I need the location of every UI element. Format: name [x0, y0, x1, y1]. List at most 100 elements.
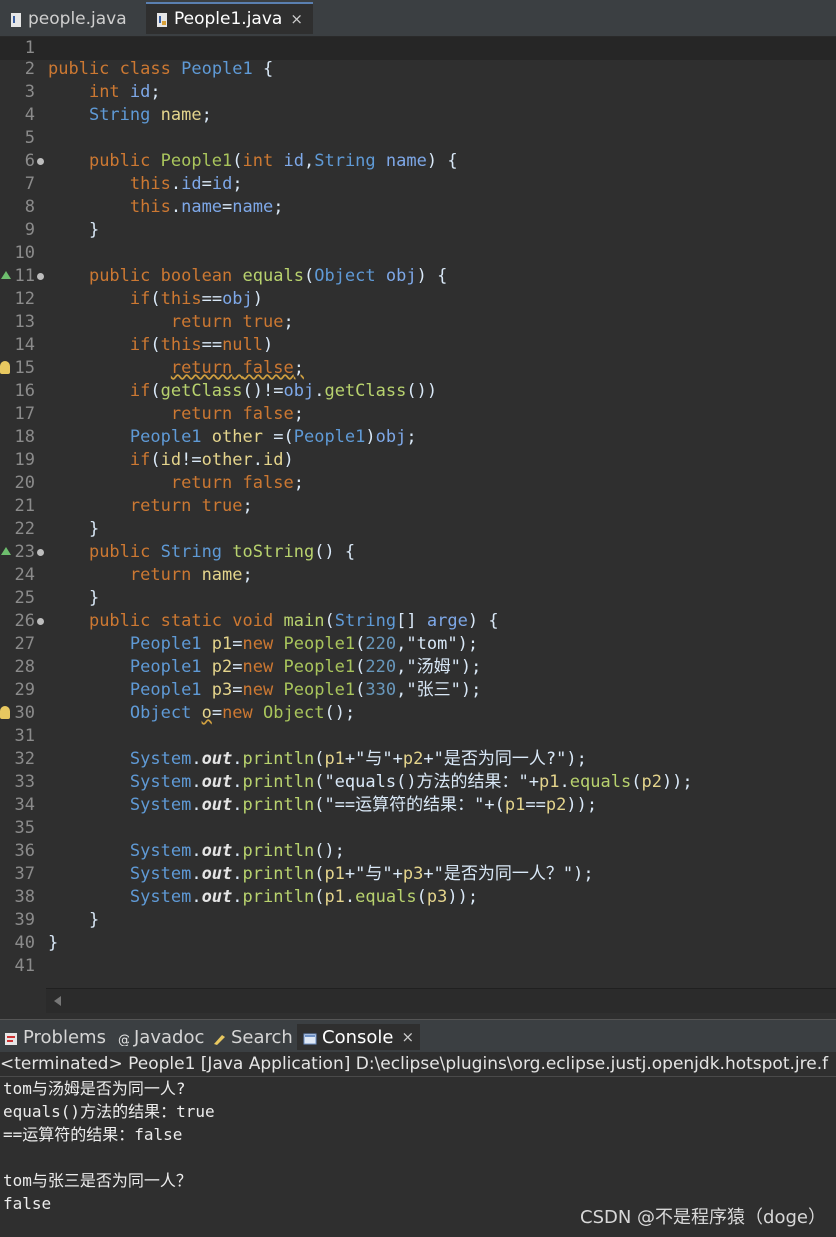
code-line: 32 System.out.println(p1+"与"+p2+"是否为同一人?… — [0, 748, 836, 771]
line-number: 15 — [14, 358, 35, 378]
code-line: 37 System.out.println(p1+"与"+p3+"是否为同一人？… — [0, 863, 836, 886]
line-number: 21 — [14, 496, 35, 516]
close-icon[interactable]: × — [401, 1028, 414, 1046]
line-number: 11 — [14, 266, 35, 286]
fold-icon[interactable] — [37, 618, 44, 625]
line-number: 6 — [24, 151, 35, 171]
code-line: 15 return false; — [0, 357, 836, 380]
code-line: 18 People1 other =(People1)obj; — [0, 426, 836, 449]
tab-label: People1.java — [174, 9, 283, 29]
line-number: 37 — [14, 864, 35, 884]
code-line: 25 } — [0, 587, 836, 610]
search-icon — [212, 1030, 226, 1045]
tab-label: Javadoc — [134, 1026, 205, 1048]
line-number: 13 — [14, 312, 35, 332]
code-line: 28 People1 p2=new People1(220,"汤姆"); — [0, 656, 836, 679]
line-number: 32 — [14, 749, 35, 769]
code-line: 1 — [0, 37, 836, 60]
line-number: 33 — [14, 772, 35, 792]
watermark: CSDN @不是程序猿（doge） — [580, 1207, 826, 1228]
code-line: 40} — [0, 932, 836, 955]
line-number: 5 — [24, 128, 35, 148]
line-number: 1 — [24, 38, 35, 58]
code-line: 11 public boolean equals(Object obj) { — [0, 265, 836, 288]
tab-label: people.java — [28, 9, 127, 29]
code-line: 19 if(id!=other.id) — [0, 449, 836, 472]
console-line: false — [3, 1194, 52, 1213]
tab-console[interactable]: Console × — [297, 1024, 421, 1050]
close-icon[interactable]: × — [290, 10, 303, 28]
java-file-icon — [10, 12, 22, 27]
line-number: 40 — [14, 933, 35, 953]
code-line: 31 — [0, 725, 836, 748]
console-description: <terminated> People1 [Java Application] … — [0, 1052, 836, 1077]
line-number: 7 — [24, 174, 35, 194]
code-line: 35 — [0, 817, 836, 840]
line-number: 41 — [14, 956, 35, 976]
code-line: 5 — [0, 127, 836, 150]
line-number: 26 — [14, 611, 35, 631]
tab-problems[interactable]: Problems — [4, 1024, 106, 1050]
line-number: 10 — [14, 243, 35, 263]
code-line: 12 if(this==obj) — [0, 288, 836, 311]
line-number: 29 — [14, 680, 35, 700]
tab-javadoc[interactable]: @ Javadoc — [117, 1024, 204, 1050]
code-line: 3 int id; — [0, 81, 836, 104]
code-line: 17 return false; — [0, 403, 836, 426]
line-number: 39 — [14, 910, 35, 930]
tab-label: Search — [231, 1026, 293, 1048]
code-line: 6 public People1(int id,String name) { — [0, 150, 836, 173]
line-number: 4 — [24, 105, 35, 125]
tab-label: Console — [322, 1026, 394, 1048]
code-line: 33 System.out.println("equals()方法的结果："+p… — [0, 771, 836, 794]
line-number: 36 — [14, 841, 35, 861]
code-line: 34 System.out.println("==运算符的结果："+(p1==p… — [0, 794, 836, 817]
scroll-left-icon[interactable] — [54, 996, 61, 1006]
java-file-icon — [156, 12, 168, 27]
code-line: 26 public static void main(String[] arge… — [0, 610, 836, 633]
code-line: 4 String name; — [0, 104, 836, 127]
horizontal-scrollbar[interactable] — [46, 988, 836, 1013]
line-number: 8 — [24, 197, 35, 217]
code-line: 10 — [0, 242, 836, 265]
code-line: 20 return false; — [0, 472, 836, 495]
code-line: 22 } — [0, 518, 836, 541]
tab-people-java[interactable]: people.java — [0, 4, 137, 34]
tab-search[interactable]: Search — [212, 1024, 293, 1050]
problems-icon — [4, 1030, 18, 1045]
code-line: 9 } — [0, 219, 836, 242]
code-line: 29 People1 p3=new People1(330,"张三"); — [0, 679, 836, 702]
line-number: 3 — [24, 82, 35, 102]
code-line: 30 Object o=new Object(); — [0, 702, 836, 725]
line-number: 20 — [14, 473, 35, 493]
console-line: tom与张三是否为同一人？ — [3, 1171, 192, 1190]
line-number: 17 — [14, 404, 35, 424]
code-line: 27 People1 p1=new People1(220,"tom"); — [0, 633, 836, 656]
console-line: tom与汤姆是否为同一人? — [3, 1079, 186, 1098]
line-number: 34 — [14, 795, 35, 815]
code-line: 13 return true; — [0, 311, 836, 334]
code-line: 16 if(getClass()!=obj.getClass()) — [0, 380, 836, 403]
tab-people1-java[interactable]: People1.java × — [146, 2, 313, 34]
line-number: 38 — [14, 887, 35, 907]
code-line: 2 public class People1 { — [0, 58, 836, 81]
line-number: 24 — [14, 565, 35, 585]
code-line: 36 System.out.println(); — [0, 840, 836, 863]
line-number: 2 — [24, 59, 35, 79]
console-output[interactable]: tom与汤姆是否为同一人? equals()方法的结果：true ==运算符的结… — [0, 1077, 836, 1237]
svg-text:@: @ — [118, 1033, 129, 1046]
code-line: 41 — [0, 955, 836, 978]
fold-icon[interactable] — [37, 273, 44, 280]
code-line: 39 } — [0, 909, 836, 932]
console-line: ==运算符的结果：false — [3, 1125, 183, 1144]
fold-icon[interactable] — [37, 549, 44, 556]
code-editor[interactable]: 1 2 public class People1 { 3 int id; 4 St… — [0, 37, 836, 987]
line-number: 18 — [14, 427, 35, 447]
line-number: 12 — [14, 289, 35, 309]
code-line: 8 this.name=name; — [0, 196, 836, 219]
line-number: 35 — [14, 818, 35, 838]
line-number: 23 — [14, 542, 35, 562]
fold-icon[interactable] — [37, 158, 44, 165]
view-tab-bar: Problems @ Javadoc Search Console × — [0, 1019, 836, 1052]
line-number: 9 — [24, 220, 35, 240]
